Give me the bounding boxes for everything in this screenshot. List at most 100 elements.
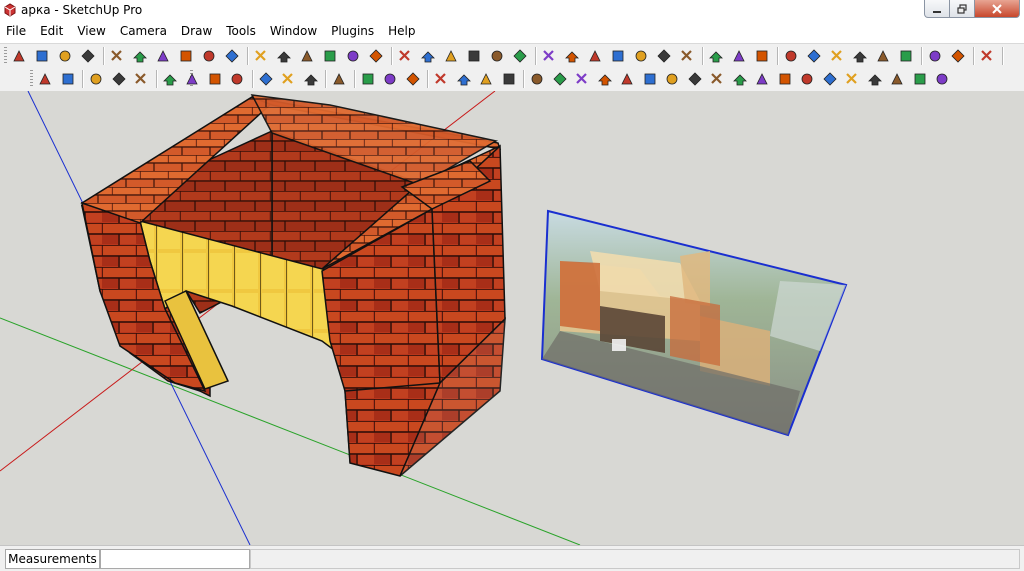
minimize-button[interactable] (924, 0, 950, 18)
convert-tool-button[interactable] (866, 70, 884, 88)
from-scratch-tool-button[interactable] (641, 70, 659, 88)
menu-camera[interactable]: Camera (113, 21, 174, 42)
outer-shell-tool-button[interactable] (359, 70, 377, 88)
menu-plugins[interactable]: Plugins (324, 21, 381, 42)
flip-green-tool-button[interactable] (279, 70, 297, 88)
arc-tool-button[interactable] (177, 47, 195, 65)
reference-photo-image[interactable] (540, 209, 848, 437)
menu-file[interactable]: File (0, 21, 33, 42)
rectangle-tool-button[interactable] (108, 47, 126, 65)
maximize-button[interactable] (950, 0, 975, 18)
back-edges-tool-button[interactable] (110, 70, 128, 88)
trim-tool-button[interactable] (432, 70, 450, 88)
spline-tool-button[interactable] (843, 70, 861, 88)
follow-me-tool-button[interactable] (321, 47, 339, 65)
add-location-tool-button[interactable] (36, 70, 54, 88)
toolbar-grip[interactable] (30, 70, 33, 88)
zoom-window-tool-button[interactable] (609, 47, 627, 65)
menu-help[interactable]: Help (381, 21, 422, 42)
drape-tool-button[interactable] (551, 70, 569, 88)
make-component-tool-button[interactable] (33, 47, 51, 65)
3d-text-tool-button[interactable] (511, 47, 529, 65)
rotate-tool-button[interactable] (298, 47, 316, 65)
zoom-tool-button[interactable] (586, 47, 604, 65)
menu-view[interactable]: View (70, 21, 112, 42)
tape-measure-tool-button[interactable] (396, 47, 414, 65)
close-button[interactable] (975, 0, 1020, 18)
text-tool-button[interactable] (465, 47, 483, 65)
hidden-line-tool-button[interactable] (161, 70, 179, 88)
bezier-tool-button[interactable] (798, 70, 816, 88)
menu-edit[interactable]: Edit (33, 21, 70, 42)
menu-window[interactable]: Window (263, 21, 324, 42)
print-tool-button[interactable] (978, 47, 996, 65)
menu-draw[interactable]: Draw (174, 21, 219, 42)
union-icon (384, 73, 396, 85)
brick-oven-model[interactable] (80, 94, 506, 477)
subtract-tool-button[interactable] (404, 70, 422, 88)
undo-tool-button[interactable] (949, 47, 967, 65)
intersect-tool-button[interactable] (330, 70, 348, 88)
dimension-tool-button[interactable] (419, 47, 437, 65)
menu-tools[interactable]: Tools (219, 21, 263, 42)
back-view-tool-button[interactable] (897, 47, 915, 65)
look-around-tool-button[interactable] (753, 47, 771, 65)
front-view-tool-button[interactable] (828, 47, 846, 65)
polygon-tool-button[interactable] (200, 47, 218, 65)
roundcorner-tool-button[interactable] (663, 70, 681, 88)
polyline-tool-button[interactable] (821, 70, 839, 88)
right-view-tool-button[interactable] (874, 47, 892, 65)
scale-tool-button[interactable] (344, 47, 362, 65)
sweep-tool-button[interactable] (776, 70, 794, 88)
from-contours-tool-button[interactable] (618, 70, 636, 88)
stamp-tool-button[interactable] (528, 70, 546, 88)
crease-tool-button[interactable] (933, 70, 951, 88)
drawing-viewport[interactable] (0, 91, 1024, 545)
union-tool-button[interactable] (381, 70, 399, 88)
left-view-tool-button[interactable] (926, 47, 944, 65)
flip-red-tool-button[interactable] (257, 70, 275, 88)
line-tool-button[interactable] (131, 47, 149, 65)
toolbar-grip[interactable] (4, 47, 7, 65)
show-terrain-tool-button[interactable] (59, 70, 77, 88)
flip-edge-tool-button[interactable] (596, 70, 614, 88)
push-pull-tool-button[interactable] (275, 47, 293, 65)
smoove-tool-button[interactable] (500, 70, 518, 88)
wireframe-tool-button[interactable] (132, 70, 150, 88)
subdivide-tool-button[interactable] (888, 70, 906, 88)
extrude-tool-button[interactable] (731, 70, 749, 88)
orbit-tool-button[interactable] (540, 47, 558, 65)
next-view-tool-button[interactable] (655, 47, 673, 65)
walk-tool-button[interactable] (730, 47, 748, 65)
measurements-input[interactable] (100, 549, 250, 569)
flip-blue-tool-button[interactable] (302, 70, 320, 88)
smooth-tool-button[interactable] (911, 70, 929, 88)
previous-view-tool-button[interactable] (632, 47, 650, 65)
pan-tool-button[interactable] (563, 47, 581, 65)
freehand-tool-button[interactable] (223, 47, 241, 65)
add-detail-tool-button[interactable] (573, 70, 591, 88)
fillet-tool-button[interactable] (686, 70, 704, 88)
xray-tool-button[interactable] (87, 70, 105, 88)
iso-view-tool-button[interactable] (805, 47, 823, 65)
loft-tool-button[interactable] (753, 70, 771, 88)
toolbar-separator (391, 47, 393, 65)
zoom-extents-tool-button[interactable] (678, 47, 696, 65)
chamfer-tool-button[interactable] (708, 70, 726, 88)
select-tool-button[interactable] (10, 47, 28, 65)
shaded-tool-button[interactable] (183, 70, 201, 88)
top-view-tool-button[interactable] (851, 47, 869, 65)
move-tool-button[interactable] (252, 47, 270, 65)
eraser-tool-button[interactable] (79, 47, 97, 65)
section-plane-tool-button[interactable] (782, 47, 800, 65)
axes-tool-button[interactable] (488, 47, 506, 65)
position-camera-tool-button[interactable] (707, 47, 725, 65)
split-tool-button[interactable] (455, 70, 473, 88)
circle-tool-button[interactable] (154, 47, 172, 65)
offset-tool-button[interactable] (367, 47, 385, 65)
monochrome-tool-button[interactable] (228, 70, 246, 88)
protractor-tool-button[interactable] (442, 47, 460, 65)
solid-tools-tool-button[interactable] (477, 70, 495, 88)
textured-tool-button[interactable] (206, 70, 224, 88)
paint-bucket-tool-button[interactable] (56, 47, 74, 65)
